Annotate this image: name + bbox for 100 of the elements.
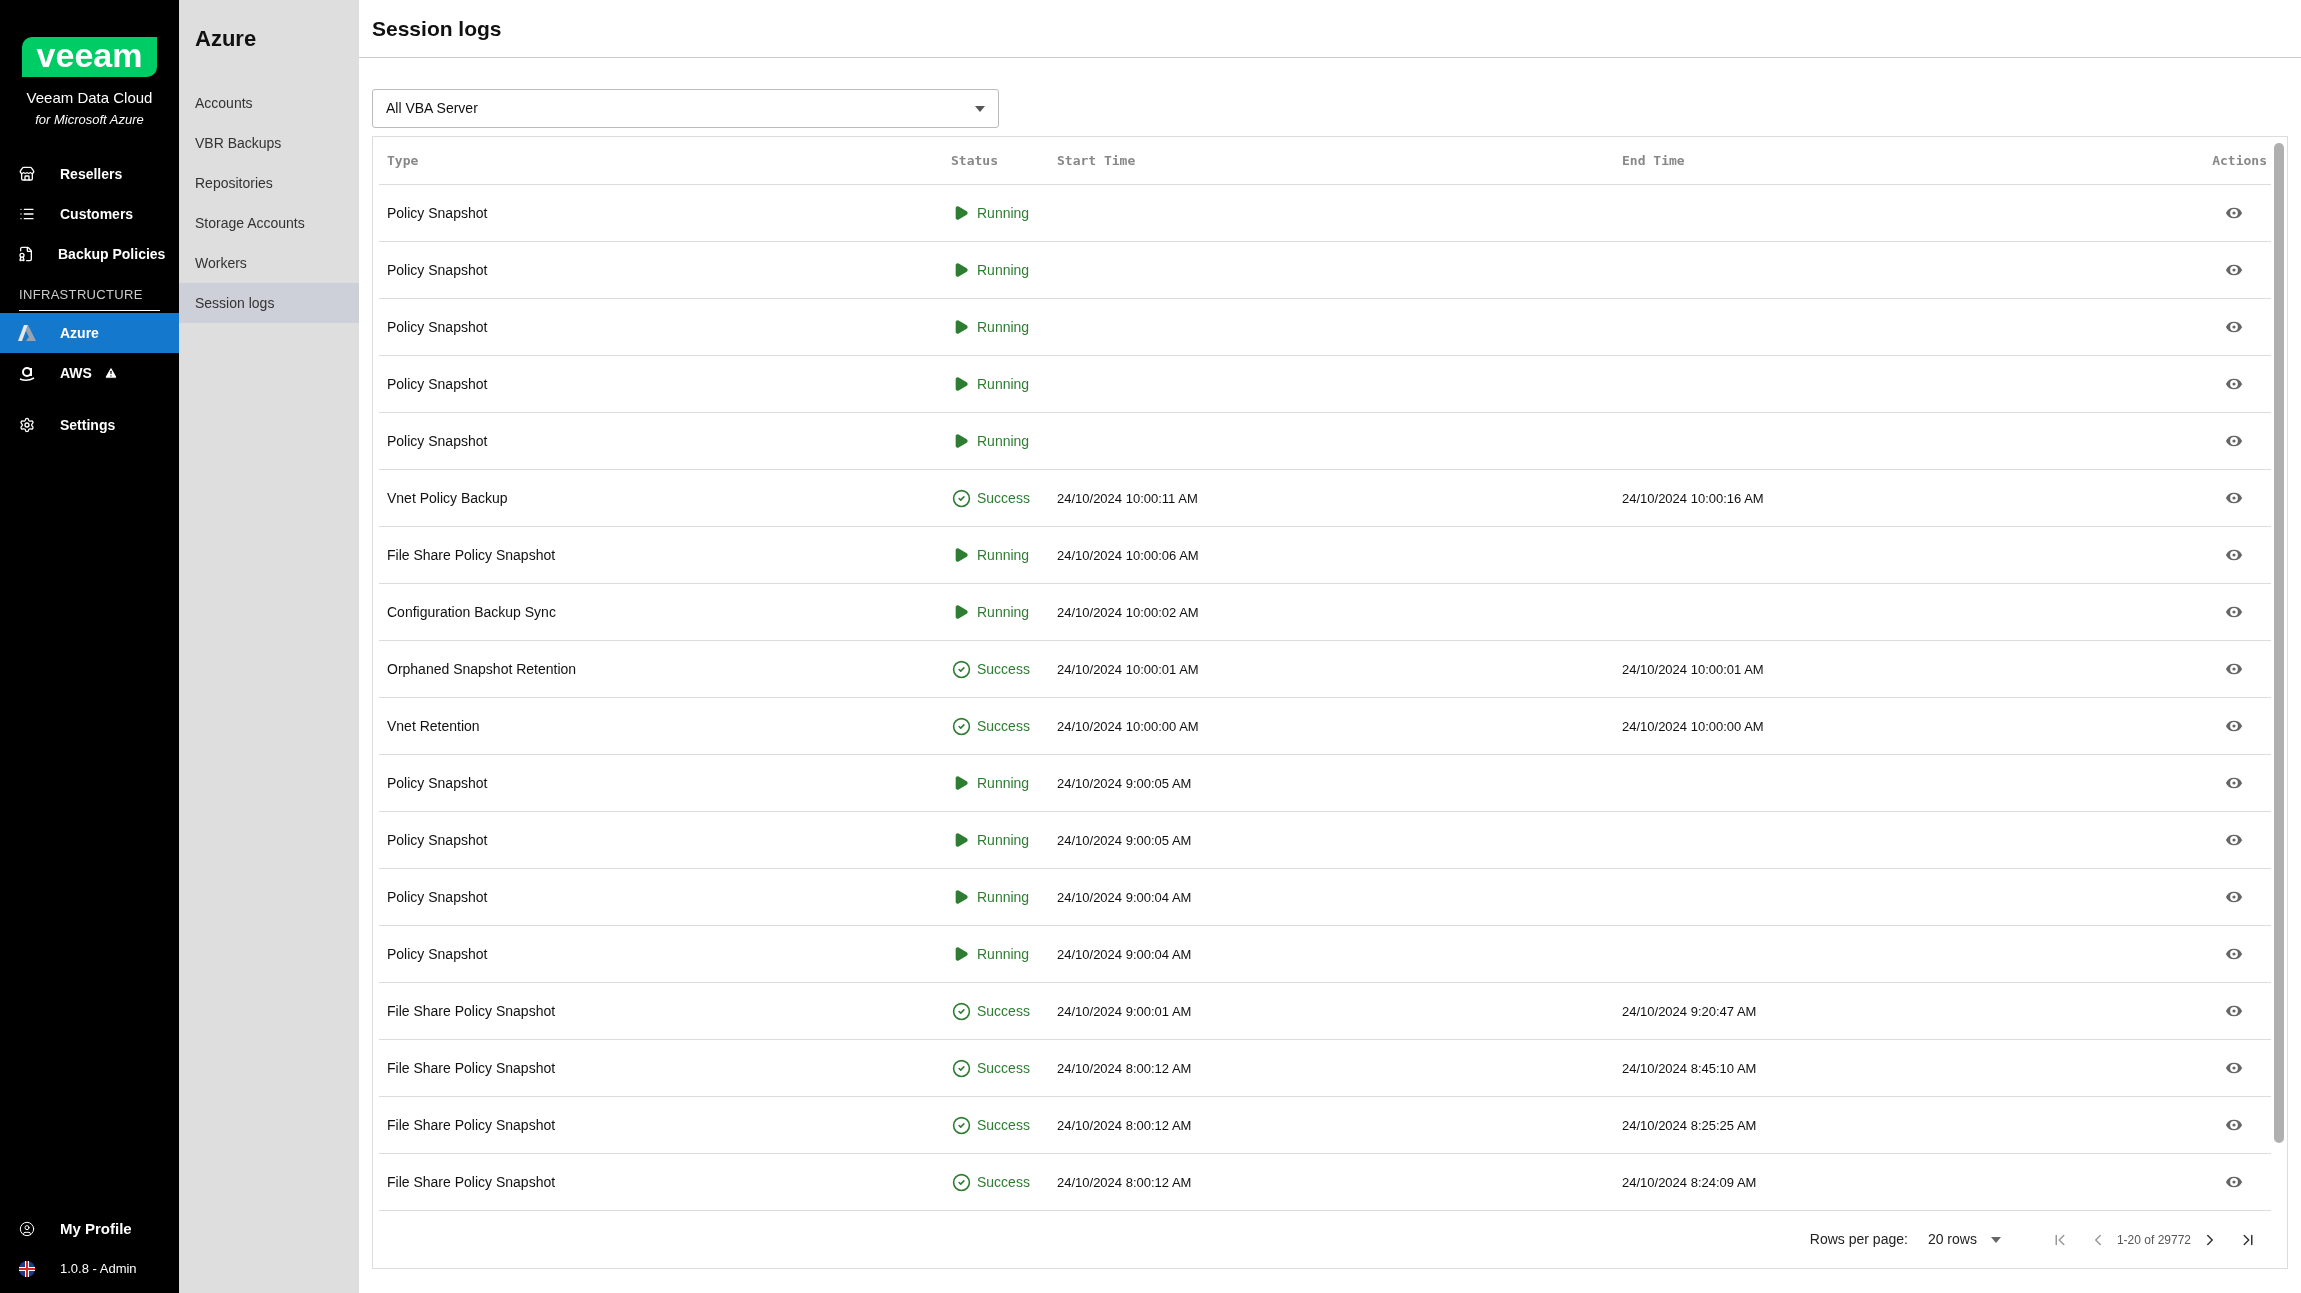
status-label: Running bbox=[977, 545, 1030, 565]
subnav-item[interactable]: VBR Backups bbox=[179, 123, 359, 163]
play-icon bbox=[953, 775, 969, 791]
scrollbar[interactable] bbox=[2274, 143, 2284, 1143]
table-cell: 24/10/2024 8:24:09 AM bbox=[1622, 1174, 1757, 1190]
table-cell-text: Policy Snapshot bbox=[386, 431, 489, 451]
rows-per-page-label: Rows per page: bbox=[1809, 1230, 1908, 1249]
subnav-item[interactable]: Storage Accounts bbox=[179, 203, 359, 243]
table-cell: 24/10/2024 9:00:01 AM bbox=[1057, 1003, 1192, 1019]
list-icon bbox=[19, 206, 35, 222]
subnav-title: Azure bbox=[194, 25, 258, 53]
subnav-item[interactable]: Workers bbox=[179, 243, 359, 283]
status-label: Success bbox=[977, 659, 1030, 679]
status-label: Success bbox=[977, 1115, 1030, 1135]
table-cell: 24/10/2024 10:00:11 AM bbox=[1057, 490, 1198, 506]
table-cell-text: Configuration Backup Sync bbox=[386, 602, 557, 622]
table-cell-text: Policy Snapshot bbox=[386, 317, 489, 337]
product-subtitle: for Microsoft Azure bbox=[35, 110, 144, 129]
store-icon bbox=[19, 166, 35, 182]
table-cell-text: File Share Policy Snapshot bbox=[386, 1172, 557, 1192]
table-cell: 24/10/2024 10:00:02 AM bbox=[1057, 604, 1199, 620]
table-cell-text: Vnet Policy Backup bbox=[386, 488, 509, 508]
sidebar-item[interactable]: Settings bbox=[0, 405, 179, 445]
sidebar-item[interactable]: Backup Policies bbox=[0, 234, 179, 274]
page-title: Session logs bbox=[372, 15, 502, 42]
caret-icon bbox=[1990, 1236, 2001, 1243]
status-label: Success bbox=[977, 488, 1030, 508]
table-cell: 24/10/2024 10:00:01 AM bbox=[1622, 661, 1764, 677]
status-label: Running bbox=[977, 944, 1030, 964]
column-header: Actions bbox=[2212, 151, 2268, 170]
footer-link[interactable]: My Profile bbox=[60, 1217, 132, 1241]
play-icon bbox=[953, 433, 969, 449]
settings-icon bbox=[19, 417, 35, 433]
play-icon bbox=[953, 889, 969, 905]
check-circle-icon bbox=[951, 659, 971, 679]
table-cell: 24/10/2024 9:00:04 AM bbox=[1057, 946, 1192, 962]
status-label: Running bbox=[977, 773, 1030, 793]
column-header: Status bbox=[951, 151, 999, 170]
status-label: Running bbox=[977, 374, 1030, 394]
table-cell-text: File Share Policy Snapshot bbox=[386, 1115, 557, 1135]
status-label: Running bbox=[977, 260, 1030, 280]
play-icon bbox=[953, 262, 969, 278]
play-icon bbox=[953, 547, 969, 563]
table-cell: 24/10/2024 9:00:05 AM bbox=[1057, 775, 1192, 791]
column-header: End Time bbox=[1622, 151, 1686, 170]
table-cell: 24/10/2024 8:00:12 AM bbox=[1057, 1060, 1192, 1076]
status-label: Running bbox=[977, 602, 1030, 622]
table-cell-text: Orphaned Snapshot Retention bbox=[386, 659, 578, 679]
status-label: Success bbox=[977, 1172, 1030, 1192]
status-label: Success bbox=[977, 716, 1030, 736]
play-icon bbox=[953, 205, 969, 221]
sidebar-item[interactable]: Resellers bbox=[0, 154, 179, 194]
subnav-item[interactable]: Repositories bbox=[179, 163, 359, 203]
column-header: Type bbox=[386, 151, 420, 170]
user-icon bbox=[19, 1221, 35, 1237]
check-circle-icon bbox=[951, 1172, 971, 1192]
status-label: Running bbox=[977, 830, 1030, 850]
status-label: Running bbox=[977, 431, 1030, 451]
flag-icon bbox=[19, 1261, 35, 1277]
status-label: Running bbox=[977, 203, 1030, 223]
sidebar-item[interactable]: Azure bbox=[0, 313, 179, 353]
rows-per-page-dropdown[interactable]: 20 rows bbox=[1927, 1229, 2001, 1250]
status-label: Success bbox=[977, 1058, 1030, 1078]
azure-icon bbox=[18, 325, 36, 341]
table-cell-text: Policy Snapshot bbox=[386, 260, 489, 280]
server-dropdown[interactable]: All VBA Server bbox=[372, 89, 999, 128]
check-circle-icon bbox=[951, 1058, 971, 1078]
table-cell: 24/10/2024 10:00:06 AM bbox=[1057, 547, 1199, 563]
table-cell: 24/10/2024 8:45:10 AM bbox=[1622, 1060, 1757, 1076]
table-cell-text: File Share Policy Snapshot bbox=[386, 545, 557, 565]
table-cell: 24/10/2024 9:20:47 AM bbox=[1622, 1003, 1757, 1019]
section-heading: INFRASTRUCTURE bbox=[19, 287, 143, 302]
footer-link[interactable]: 1.0.8 - Admin bbox=[60, 1259, 137, 1279]
subnav-item[interactable]: Session logs bbox=[179, 283, 359, 323]
table-cell: 24/10/2024 10:00:00 AM bbox=[1057, 718, 1199, 734]
sidebar-item[interactable]: Customers bbox=[0, 194, 179, 234]
play-icon bbox=[953, 604, 969, 620]
sidebar-item[interactable]: AWS bbox=[0, 353, 179, 393]
table-cell: 24/10/2024 9:00:04 AM bbox=[1057, 889, 1192, 905]
table-cell-text: Policy Snapshot bbox=[386, 374, 489, 394]
table-cell: 24/10/2024 8:00:12 AM bbox=[1057, 1174, 1192, 1190]
play-icon bbox=[953, 832, 969, 848]
subnav-item[interactable]: Accounts bbox=[179, 83, 359, 123]
check-circle-icon bbox=[951, 488, 971, 508]
table-cell: 24/10/2024 8:00:12 AM bbox=[1057, 1117, 1192, 1133]
caret-icon bbox=[975, 105, 985, 112]
table-cell: 24/10/2024 9:00:05 AM bbox=[1057, 832, 1192, 848]
table-cell-text: File Share Policy Snapshot bbox=[386, 1001, 557, 1021]
logo: veeam bbox=[22, 37, 157, 77]
play-icon bbox=[953, 946, 969, 962]
status-label: Running bbox=[977, 887, 1030, 907]
check-circle-icon bbox=[951, 1001, 971, 1021]
product-name: Veeam Data Cloud bbox=[26, 88, 153, 108]
table-cell-text: Policy Snapshot bbox=[386, 830, 489, 850]
check-circle-icon bbox=[951, 716, 971, 736]
table-cell: 24/10/2024 8:25:25 AM bbox=[1622, 1117, 1757, 1133]
table-cell: 24/10/2024 10:00:16 AM bbox=[1622, 490, 1764, 506]
table-cell-text: Policy Snapshot bbox=[386, 203, 489, 223]
status-label: Success bbox=[977, 1001, 1030, 1021]
column-header: Start Time bbox=[1057, 151, 1137, 170]
